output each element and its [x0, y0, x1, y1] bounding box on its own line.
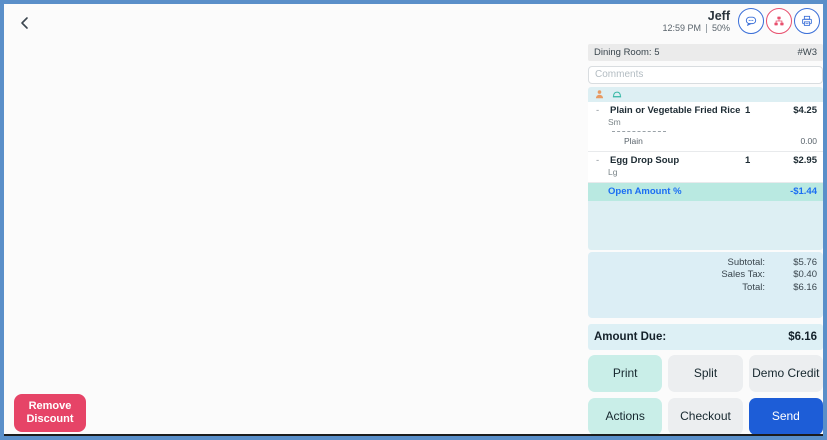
- back-button[interactable]: [14, 12, 36, 34]
- item-bullet: -: [594, 155, 610, 167]
- amount-due-bar: Amount Due: $6.16: [588, 324, 823, 350]
- print-receipt-button[interactable]: [794, 8, 820, 34]
- user-block: Jeff 12:59 PM 50%: [662, 9, 730, 34]
- actions-button[interactable]: Actions: [588, 398, 662, 435]
- modifier-separator: [612, 131, 666, 132]
- user-name: Jeff: [662, 9, 730, 23]
- modifier-row: Plain 0.00: [594, 135, 817, 147]
- action-button-grid: Print Split Demo Credit Actions Checkout…: [588, 355, 823, 435]
- amount-due-label: Amount Due:: [594, 331, 666, 343]
- chat-bubble-icon: [744, 14, 758, 28]
- order-item-fried-rice[interactable]: - Plain or Vegetable Fried Rice 1 $4.25 …: [588, 102, 823, 152]
- chevron-left-icon: [17, 15, 33, 31]
- messages-button[interactable]: [738, 8, 764, 34]
- totals-block: Subtotal: $5.76 Sales Tax: $0.40 Total: …: [588, 252, 823, 318]
- checkout-button[interactable]: Checkout: [668, 398, 742, 435]
- item-size: Lg: [608, 167, 817, 178]
- status-divider: [706, 24, 707, 33]
- sales-tax-value: $0.40: [765, 269, 817, 282]
- item-size: Sm: [608, 117, 817, 128]
- total-value: $6.16: [765, 282, 817, 295]
- open-amount-discount-row[interactable]: Open Amount % -$1.44: [588, 183, 823, 201]
- remove-discount-button[interactable]: Remove Discount: [14, 394, 86, 432]
- order-header: Dining Room: 5 #W3: [588, 44, 823, 61]
- item-price: $4.25: [771, 105, 817, 117]
- seat-row: [588, 87, 823, 102]
- modifier-price: 0.00: [771, 135, 817, 147]
- amount-due-value: $6.16: [788, 331, 817, 343]
- subtotal-label: Subtotal:: [728, 257, 766, 270]
- order-items-area: - Plain or Vegetable Fried Rice 1 $4.25 …: [588, 87, 823, 250]
- comments-input[interactable]: [588, 66, 823, 84]
- item-row: - Plain or Vegetable Fried Rice 1 $4.25: [594, 105, 817, 117]
- order-panel: Dining Room: 5 #W3 -: [588, 44, 823, 435]
- items-list: - Plain or Vegetable Fried Rice 1 $4.25 …: [588, 102, 823, 201]
- subtotal-value: $5.76: [765, 257, 817, 270]
- print-button[interactable]: Print: [588, 355, 662, 392]
- sales-tax-label: Sales Tax:: [721, 269, 765, 282]
- window-bottom-edge: [4, 434, 823, 436]
- modifier-name: Plain: [594, 135, 771, 147]
- table-layout-button[interactable]: [766, 8, 792, 34]
- table-label: Dining Room: 5: [594, 47, 659, 58]
- item-name: Egg Drop Soup: [610, 155, 745, 167]
- total-label: Total:: [742, 282, 765, 295]
- battery-percent: 50%: [712, 23, 730, 34]
- total-row: Total: $6.16: [588, 282, 823, 295]
- item-price: $2.95: [771, 155, 817, 167]
- item-name: Plain or Vegetable Fried Rice: [610, 105, 745, 117]
- comments-wrap: [588, 64, 823, 84]
- cloche-icon: [611, 89, 623, 100]
- sales-tax-row: Sales Tax: $0.40: [588, 269, 823, 282]
- split-button[interactable]: Split: [668, 355, 742, 392]
- subtotal-row: Subtotal: $5.76: [588, 257, 823, 270]
- item-qty: 1: [745, 155, 771, 167]
- discount-label: Open Amount %: [588, 186, 771, 197]
- printer-icon: [800, 14, 814, 28]
- sitemap-icon: [772, 14, 786, 28]
- item-bullet: -: [594, 105, 610, 117]
- clock-time: 12:59 PM: [662, 23, 701, 34]
- person-icon: [594, 89, 605, 100]
- item-row: - Egg Drop Soup 1 $2.95: [594, 155, 817, 167]
- order-number: #W3: [797, 47, 817, 58]
- demo-credit-button[interactable]: Demo Credit: [749, 355, 823, 392]
- topbar-right: Jeff 12:59 PM 50%: [662, 8, 820, 34]
- discount-amount: -$1.44: [771, 186, 823, 197]
- send-button[interactable]: Send: [749, 398, 823, 435]
- pos-screen: Jeff 12:59 PM 50%: [4, 4, 823, 436]
- order-item-egg-drop-soup[interactable]: - Egg Drop Soup 1 $2.95 Lg: [588, 152, 823, 183]
- status-row: 12:59 PM 50%: [662, 23, 730, 34]
- item-qty: 1: [745, 105, 771, 117]
